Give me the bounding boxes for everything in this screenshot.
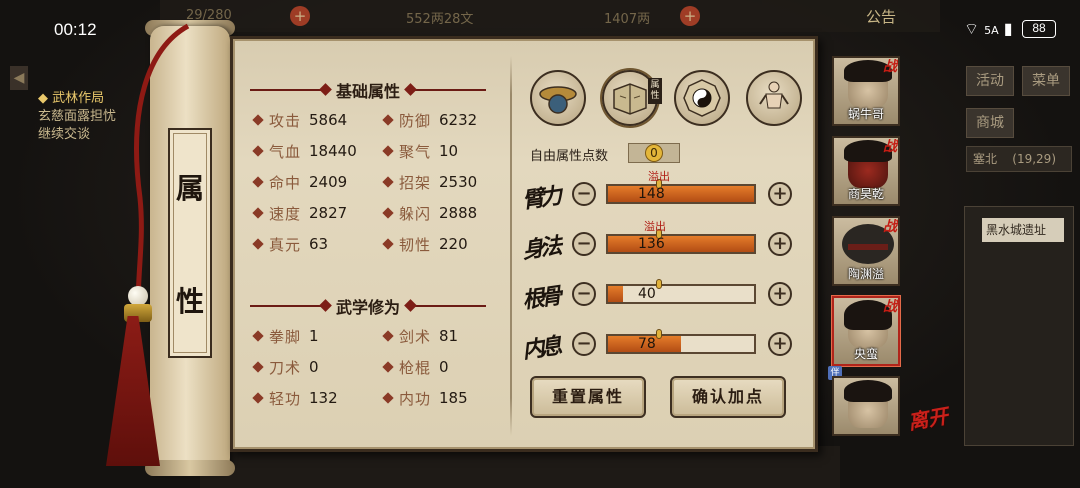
skill-lightness: 轻功 132 bbox=[252, 387, 338, 409]
signal-label: 5A bbox=[984, 24, 999, 37]
scroll-title-card: 属 性 bbox=[168, 128, 212, 358]
skill-inner: 内功 185 bbox=[382, 387, 468, 409]
hat-icon[interactable] bbox=[530, 70, 586, 126]
stat-attack: 攻击 5864 bbox=[252, 109, 347, 131]
battle-tag: 战 bbox=[883, 219, 897, 235]
region-label: 塞北 (19,29) bbox=[966, 146, 1072, 172]
battle-tag: 战 bbox=[883, 299, 897, 315]
strength-bar: 148 bbox=[606, 179, 756, 204]
party-member-1[interactable]: 战 蜗牛哥 bbox=[832, 56, 900, 126]
notice-button[interactable]: 公告 bbox=[866, 6, 896, 27]
strength-fill bbox=[608, 186, 754, 202]
attr-name-inner-breath: 内息 bbox=[520, 333, 560, 364]
minimap[interactable] bbox=[964, 206, 1074, 446]
decrease-inner-breath-button[interactable]: − bbox=[572, 332, 596, 356]
attr-name-strength: 臂力 bbox=[520, 183, 560, 214]
increase-strength-button[interactable]: + bbox=[768, 182, 792, 206]
increase-inner-breath-button[interactable]: + bbox=[768, 332, 792, 356]
scroll-title-char-1: 属 bbox=[175, 171, 204, 205]
agility-bar: 136 bbox=[606, 229, 756, 254]
constitution-marker bbox=[656, 279, 662, 289]
stat-focus: 聚气 10 bbox=[382, 140, 458, 162]
stat-dodge: 躲闪 2888 bbox=[382, 202, 477, 224]
member-name: 蜗牛哥 bbox=[847, 107, 884, 121]
member-name: 央蛮 bbox=[853, 347, 878, 361]
money-value: 552两28文 bbox=[406, 12, 474, 27]
member-hair bbox=[844, 380, 892, 402]
quest-desc-1: 玄慈面露担忧 bbox=[38, 109, 117, 124]
stat-defense: 防御 6232 bbox=[382, 109, 477, 131]
agility-value: 136 bbox=[638, 236, 665, 252]
inner-breath-bar: 78 bbox=[606, 329, 756, 354]
stat-hit: 命中 2409 bbox=[252, 171, 347, 193]
quest-title: 武林作局 bbox=[52, 91, 105, 106]
decrease-strength-button[interactable]: − bbox=[572, 182, 596, 206]
free-points-label: 自由属性点数 bbox=[530, 149, 609, 164]
inner-breath-marker bbox=[656, 329, 662, 339]
strength-overflow: 溢出 bbox=[648, 170, 670, 183]
scroll-title-char-2: 性 bbox=[175, 284, 204, 318]
battle-tag: 战 bbox=[883, 59, 897, 75]
party-member-5[interactable] bbox=[832, 376, 900, 436]
quest-tracker[interactable]: ◆ 武林作局 玄慈面露担忧 继续交谈 bbox=[38, 90, 116, 144]
constitution-value: 40 bbox=[638, 286, 656, 302]
constitution-fill bbox=[608, 286, 623, 302]
meridian-figure-icon[interactable] bbox=[746, 70, 802, 126]
menu-button[interactable]: 菜单 bbox=[1022, 66, 1070, 96]
increase-constitution-button[interactable]: + bbox=[768, 282, 792, 306]
member-name: 陶渊溢 bbox=[847, 267, 884, 281]
strength-value: 148 bbox=[638, 186, 665, 202]
agility-overflow: 溢出 bbox=[644, 220, 666, 233]
decrease-agility-button[interactable]: − bbox=[572, 232, 596, 256]
skill-fist: 拳脚 1 bbox=[252, 325, 319, 347]
stat-hp: 气血 18440 bbox=[252, 140, 357, 162]
constitution-bar: 40 bbox=[606, 279, 756, 304]
attribute-tab-tag: 属性 bbox=[648, 78, 662, 104]
party-member-4[interactable]: 战 央蛮 bbox=[832, 296, 900, 366]
add-resource-icon[interactable]: + bbox=[290, 6, 310, 26]
member-mask bbox=[848, 244, 888, 250]
party-member-2[interactable]: 战 商昊乾 bbox=[832, 136, 900, 206]
shop-button[interactable]: 商城 bbox=[966, 108, 1014, 138]
party-member-3[interactable]: 战 陶渊溢 bbox=[832, 216, 900, 286]
tassel-bead bbox=[128, 286, 148, 306]
agility-fill bbox=[608, 236, 754, 252]
confirm-points-button[interactable]: 确认加点 bbox=[670, 376, 786, 418]
skill-sword: 剑术 81 bbox=[382, 325, 458, 347]
resource-bar: 29/280 + 552两28文 1407两 + bbox=[160, 0, 940, 32]
clock: 00:12 bbox=[54, 20, 97, 39]
attr-name-agility: 身法 bbox=[520, 233, 560, 264]
free-points-value: 0 bbox=[645, 144, 663, 162]
panel-divider bbox=[510, 56, 512, 436]
region-name: 塞北 bbox=[973, 152, 998, 166]
city-name: 黑水城遗址 bbox=[982, 218, 1064, 242]
increase-agility-button[interactable]: + bbox=[768, 232, 792, 256]
region-coords: (19,29) bbox=[1012, 152, 1056, 166]
base-attrs-heading: 基础属性 bbox=[250, 78, 487, 102]
book-icon[interactable]: 属性 bbox=[602, 70, 662, 126]
skill-spear: 枪棍 0 bbox=[382, 356, 449, 378]
stat-toughness: 韧性 220 bbox=[382, 233, 468, 255]
battle-tag: 战 bbox=[883, 139, 897, 155]
stat-parry: 招架 2530 bbox=[382, 171, 477, 193]
add-silver-icon[interactable]: + bbox=[680, 6, 700, 26]
collapse-arrow-icon[interactable]: ◀ bbox=[10, 66, 28, 90]
battery-indicator: 88 bbox=[1022, 20, 1056, 38]
quest-desc-2: 继续交谈 bbox=[38, 127, 91, 142]
free-points-box: 0 bbox=[628, 143, 680, 163]
skill-blade: 刀术 0 bbox=[252, 356, 319, 378]
inner-breath-value: 78 bbox=[638, 336, 656, 352]
silver-value: 1407两 bbox=[604, 12, 651, 27]
stat-speed: 速度 2827 bbox=[252, 202, 347, 224]
activity-button[interactable]: 活动 bbox=[966, 66, 1014, 96]
taiji-icon[interactable] bbox=[674, 70, 730, 126]
wifi-icon: ⌔ 5A ▮ bbox=[964, 19, 1013, 38]
reset-attributes-button[interactable]: 重置属性 bbox=[530, 376, 646, 418]
decrease-constitution-button[interactable]: − bbox=[572, 282, 596, 306]
bottom-nav bbox=[200, 446, 840, 488]
member-name: 商昊乾 bbox=[847, 187, 884, 201]
martial-heading: 武学修为 bbox=[250, 294, 487, 318]
stat-true-energy: 真元 63 bbox=[252, 233, 328, 255]
attr-name-constitution: 根骨 bbox=[520, 283, 560, 314]
